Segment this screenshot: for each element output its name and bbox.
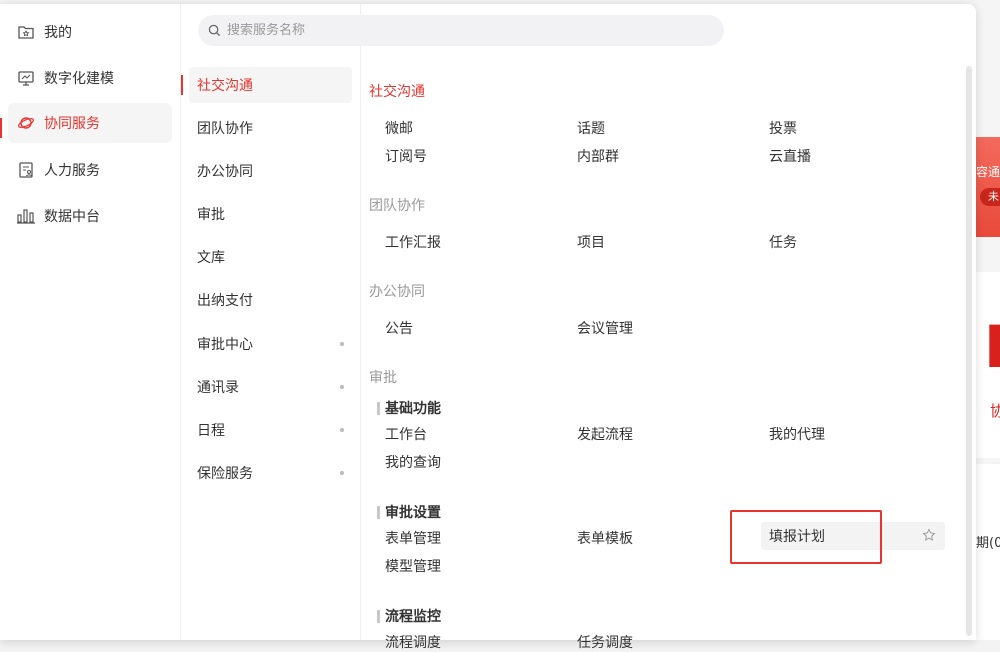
service-item[interactable]: 内部群 xyxy=(577,146,619,166)
nav-item-label: 我的 xyxy=(44,25,72,41)
background-card-2: 期(0 xyxy=(976,464,1000,640)
monitor-chart-icon xyxy=(16,68,36,88)
category-team[interactable]: 团队协作 xyxy=(189,110,352,146)
nav-item-label: 人力服务 xyxy=(44,163,100,179)
service-item[interactable]: 流程调度 xyxy=(385,632,441,652)
banner-badge: 未 xyxy=(980,188,1000,206)
service-item-label: 填报计划 xyxy=(769,529,825,545)
nav-item-hr-services[interactable]: 人力服务 xyxy=(8,150,172,190)
service-item[interactable]: 发起流程 xyxy=(577,424,633,444)
service-item[interactable]: 订阅号 xyxy=(385,146,427,166)
service-item[interactable]: 微邮 xyxy=(385,118,413,138)
service-item[interactable]: 模型管理 xyxy=(385,556,441,576)
nav-item-label: 数据中台 xyxy=(44,209,100,225)
nav-item-label: 数字化建模 xyxy=(44,71,114,87)
service-item[interactable]: 任务调度 xyxy=(577,632,633,652)
subsection-title-settings: 审批设置 xyxy=(377,502,441,522)
service-item[interactable]: 会议管理 xyxy=(577,318,633,338)
category-cashier[interactable]: 出纳支付 xyxy=(189,282,352,318)
nav-item-mine[interactable]: 我的 xyxy=(8,12,172,52)
subsection-title-monitor: 流程监控 xyxy=(377,606,441,626)
star-icon[interactable] xyxy=(922,528,938,544)
service-item[interactable]: 工作台 xyxy=(385,424,427,444)
service-item[interactable]: 表单管理 xyxy=(385,528,441,548)
more-dot-icon xyxy=(340,428,344,432)
background-banner: 容通小 未 xyxy=(976,137,1000,237)
service-item[interactable]: 任务 xyxy=(769,232,797,252)
left-nav: 我的 数字化建模 协同服务 人力服务 数据中台 xyxy=(0,4,181,640)
category-approval-center[interactable]: 审批中心 xyxy=(189,326,352,362)
service-item[interactable]: 工作汇报 xyxy=(385,232,441,252)
search-input[interactable] xyxy=(227,23,707,38)
category-calendar[interactable]: 日程 xyxy=(189,412,352,448)
nav-active-indicator xyxy=(0,118,2,138)
nav-item-data-center[interactable]: 数据中台 xyxy=(8,196,172,236)
planet-icon xyxy=(16,113,36,133)
card2-text: 期(0 xyxy=(976,536,1000,551)
folder-star-icon xyxy=(16,22,36,42)
more-dot-icon xyxy=(340,342,344,346)
service-item[interactable]: 话题 xyxy=(577,118,605,138)
category-library[interactable]: 文库 xyxy=(189,239,352,275)
nav-item-digital-modeling[interactable]: 数字化建模 xyxy=(8,58,172,98)
person-card-icon xyxy=(16,160,36,180)
card-logo-letter: R xyxy=(984,318,1000,376)
service-item[interactable]: 公告 xyxy=(385,318,413,338)
service-item[interactable]: 云直播 xyxy=(769,146,811,166)
service-item[interactable]: 我的代理 xyxy=(769,424,825,444)
subsection-title-basic: 基础功能 xyxy=(377,398,441,418)
search-icon xyxy=(208,24,222,38)
more-dot-icon xyxy=(340,385,344,389)
service-item[interactable]: 表单模板 xyxy=(577,528,633,548)
background-card: R 协 xyxy=(976,272,1000,458)
section-title-office: 办公协同 xyxy=(369,284,425,300)
category-insurance[interactable]: 保险服务 xyxy=(189,455,352,491)
service-item[interactable]: 投票 xyxy=(769,118,797,138)
category-active-indicator xyxy=(181,75,183,95)
service-item[interactable]: 项目 xyxy=(577,232,605,252)
category-approval[interactable]: 审批 xyxy=(189,196,352,232)
category-office[interactable]: 办公协同 xyxy=(189,153,352,189)
service-item[interactable]: 我的查询 xyxy=(385,452,441,472)
section-title-team: 团队协作 xyxy=(369,198,425,214)
category-contacts[interactable]: 通讯录 xyxy=(189,369,352,405)
content-scrollbar[interactable] xyxy=(966,66,972,636)
more-dot-icon xyxy=(340,471,344,475)
service-item-fill-plan[interactable]: 填报计划 xyxy=(761,522,945,550)
nav-item-label: 协同服务 xyxy=(44,116,100,132)
category-social[interactable]: 社交沟通 xyxy=(189,67,352,103)
section-title-approval: 审批 xyxy=(369,370,397,386)
banner-text: 容通小 xyxy=(976,165,1000,179)
nav-item-collab-services[interactable]: 协同服务 xyxy=(8,103,172,143)
card-text: 协 xyxy=(990,402,1000,420)
bar-chart-icon xyxy=(16,206,36,226)
search-box[interactable] xyxy=(198,15,724,46)
section-title-social: 社交沟通 xyxy=(369,84,425,100)
